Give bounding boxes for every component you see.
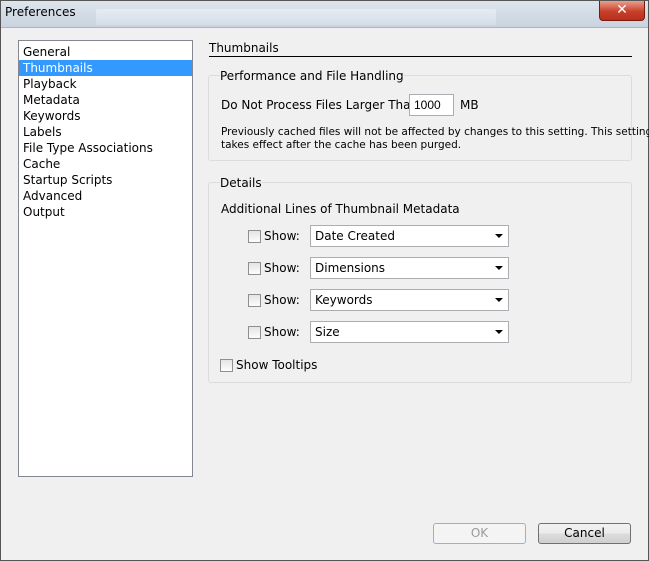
show-tooltips-checkbox[interactable]	[220, 359, 233, 372]
title-bar-highlight	[96, 9, 496, 25]
panel-title-divider	[209, 56, 632, 57]
metadata-select-2-value: Dimensions	[315, 261, 386, 275]
cache-note-line-1: Previously cached files will not be affe…	[221, 126, 649, 138]
show-label-2: Show:	[264, 261, 300, 275]
chevron-down-icon	[495, 330, 503, 334]
cancel-button[interactable]: Cancel	[538, 523, 631, 544]
cache-note-line-2: takes effect after the cache has been pu…	[221, 139, 462, 151]
sidebar-item-labels[interactable]: Labels	[19, 124, 192, 140]
preferences-category-list[interactable]: General Thumbnails Playback Metadata Key…	[18, 40, 193, 477]
sidebar-item-startup-scripts[interactable]: Startup Scripts	[19, 172, 192, 188]
sidebar-item-playback[interactable]: Playback	[19, 76, 192, 92]
sidebar-item-output[interactable]: Output	[19, 204, 192, 220]
metadata-select-4[interactable]: Size	[310, 321, 509, 343]
performance-group-title: Performance and File Handling	[220, 69, 404, 83]
show-label-4: Show:	[264, 325, 300, 339]
details-group-title: Details	[220, 176, 262, 190]
show-checkbox-4[interactable]	[248, 326, 261, 339]
panel-title: Thumbnails	[209, 41, 279, 55]
chevron-down-icon	[495, 234, 503, 238]
sidebar-item-keywords[interactable]: Keywords	[19, 108, 192, 124]
show-tooltips-label: Show Tooltips	[236, 358, 318, 372]
metadata-select-4-value: Size	[315, 325, 340, 339]
metadata-select-2[interactable]: Dimensions	[310, 257, 509, 279]
show-checkbox-1[interactable]	[248, 230, 261, 243]
sidebar-item-advanced[interactable]: Advanced	[19, 188, 192, 204]
close-icon: ✕	[616, 2, 628, 18]
preferences-window: Preferences ✕ General Thumbnails Playbac…	[0, 0, 649, 561]
metadata-select-3[interactable]: Keywords	[310, 289, 509, 311]
max-file-size-label: Do Not Process Files Larger Than:	[221, 98, 423, 112]
sidebar-item-file-type-associations[interactable]: File Type Associations	[19, 140, 192, 156]
show-checkbox-2[interactable]	[248, 262, 261, 275]
max-file-size-unit: MB	[460, 98, 479, 112]
sidebar-item-cache[interactable]: Cache	[19, 156, 192, 172]
show-checkbox-3[interactable]	[248, 294, 261, 307]
show-label-1: Show:	[264, 229, 300, 243]
metadata-select-1-value: Date Created	[315, 229, 395, 243]
chevron-down-icon	[495, 298, 503, 302]
show-label-3: Show:	[264, 293, 300, 307]
window-title: Preferences	[5, 5, 76, 19]
metadata-select-3-value: Keywords	[315, 293, 373, 307]
metadata-select-1[interactable]: Date Created	[310, 225, 509, 247]
title-bar[interactable]: Preferences ✕	[1, 1, 648, 28]
metadata-lines-heading: Additional Lines of Thumbnail Metadata	[221, 202, 460, 216]
sidebar-item-metadata[interactable]: Metadata	[19, 92, 192, 108]
sidebar-item-general[interactable]: General	[19, 44, 192, 60]
chevron-down-icon	[495, 266, 503, 270]
sidebar-item-thumbnails[interactable]: Thumbnails	[19, 60, 192, 76]
ok-button[interactable]: OK	[433, 523, 526, 544]
close-button[interactable]: ✕	[599, 1, 645, 21]
max-file-size-input[interactable]	[409, 94, 454, 116]
